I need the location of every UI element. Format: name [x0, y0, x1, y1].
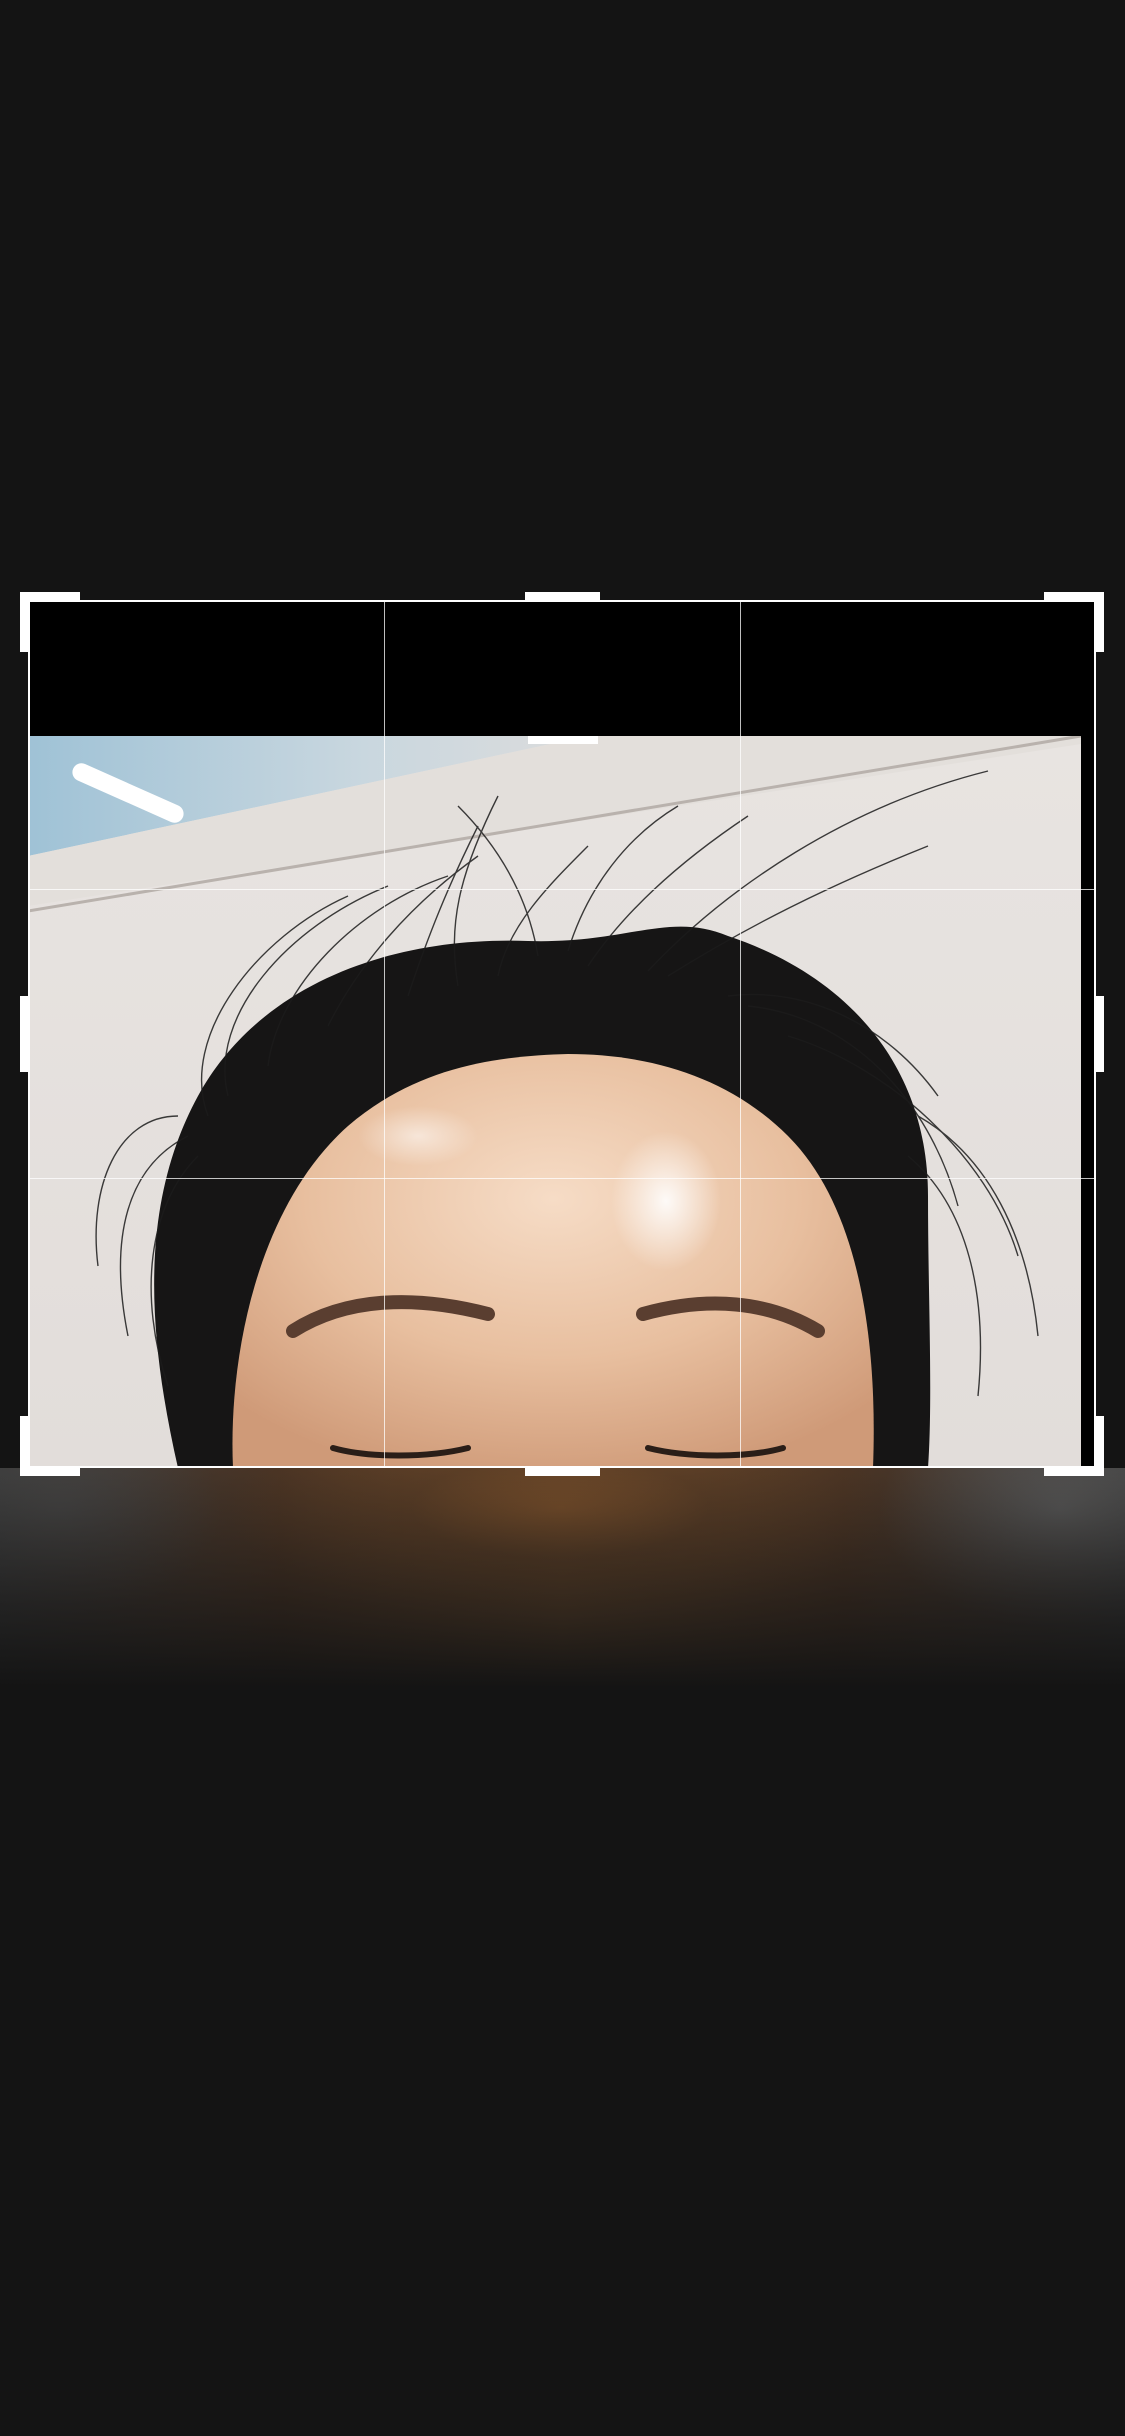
photo-blur-extension: [0, 1468, 1125, 1688]
grid-line-horizontal-1: [28, 889, 1096, 890]
edge-bar-icon[interactable]: [525, 1468, 600, 1476]
crop-editor-screen: [0, 0, 1125, 2436]
corner-bracket-icon[interactable]: [1044, 592, 1104, 652]
photo-image: [28, 736, 1081, 1468]
photo-preview: [28, 736, 1081, 1468]
grid-line-vertical-2: [740, 600, 741, 1468]
corner-bracket-icon[interactable]: [20, 592, 80, 652]
grid-line-horizontal-2: [28, 1178, 1096, 1179]
edge-bar-icon[interactable]: [525, 592, 600, 600]
edge-bar-icon[interactable]: [1096, 996, 1104, 1072]
grid-line-vertical-1: [384, 600, 385, 1468]
corner-bracket-icon[interactable]: [20, 1416, 80, 1476]
edge-bar-icon[interactable]: [20, 996, 28, 1072]
corner-bracket-icon[interactable]: [1044, 1416, 1104, 1476]
crop-area[interactable]: [28, 600, 1096, 1468]
